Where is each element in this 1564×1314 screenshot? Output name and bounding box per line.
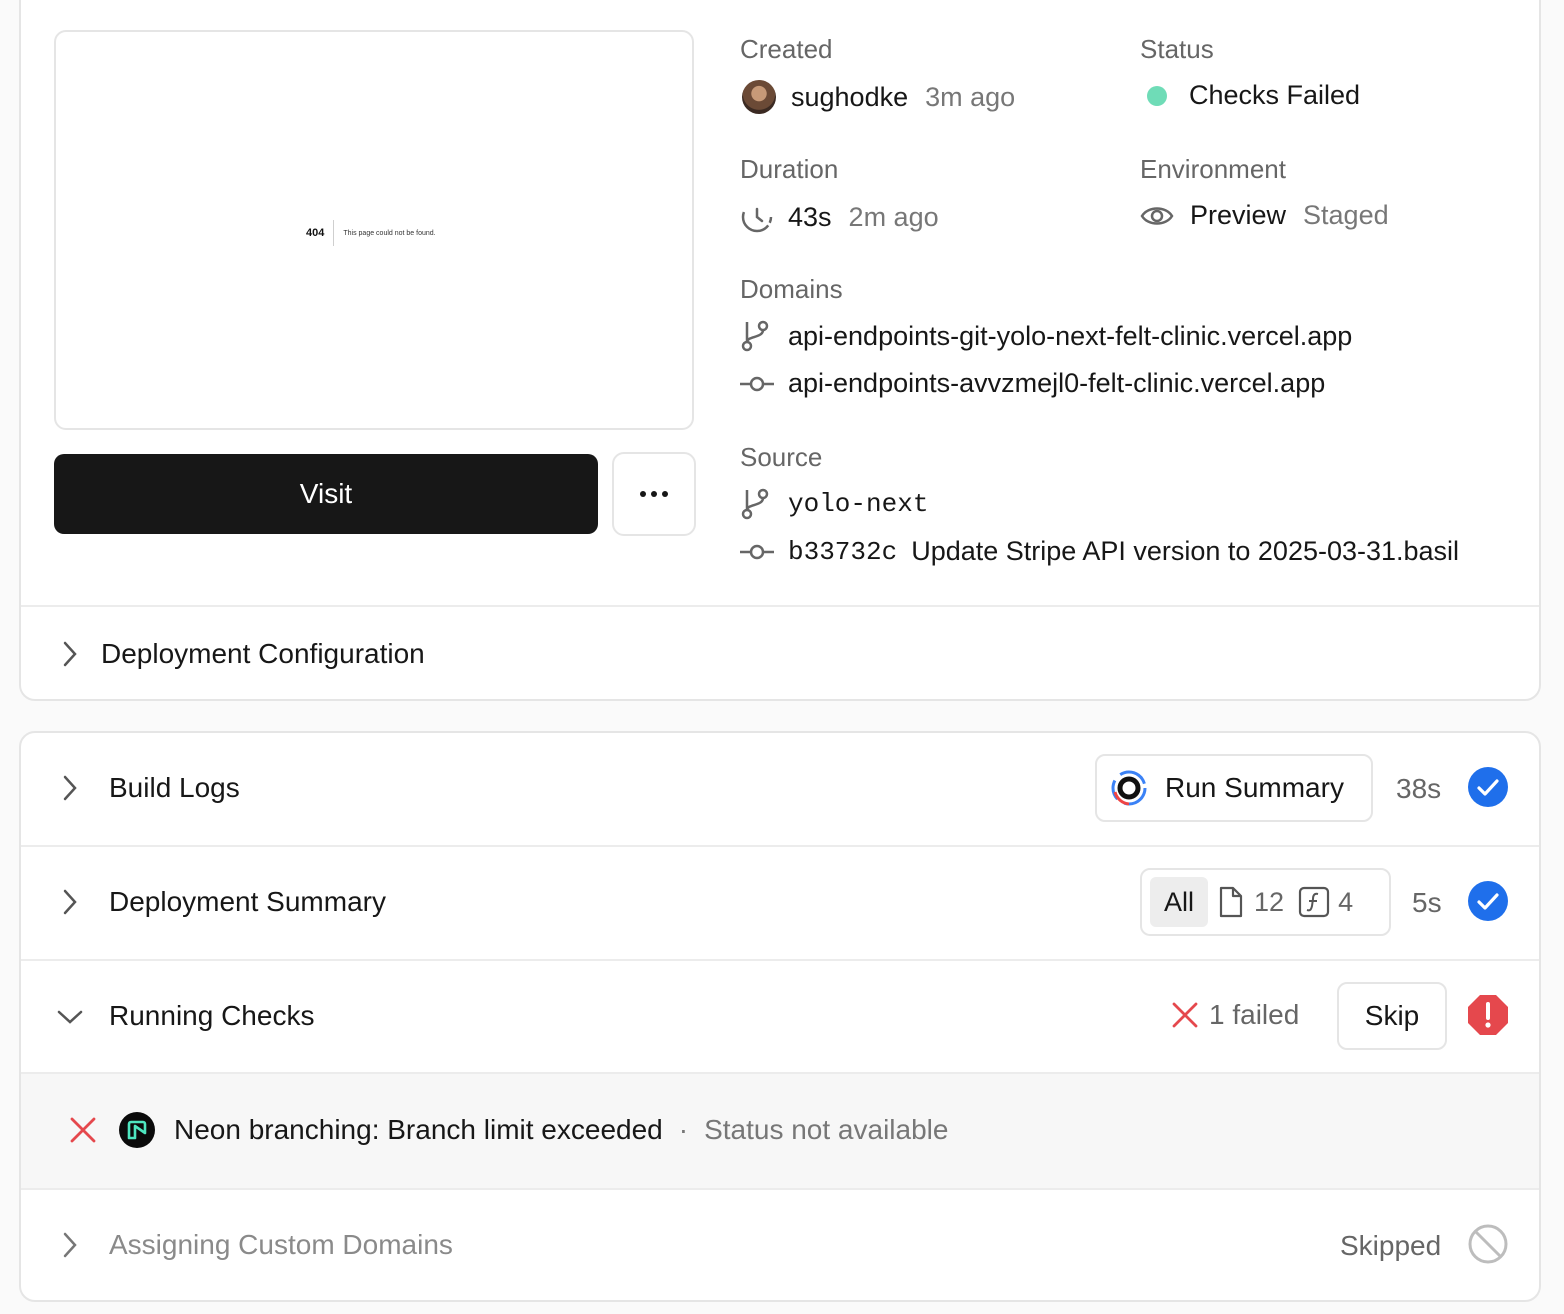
environment-value: Preview Staged xyxy=(1140,200,1389,231)
files-count: 12 xyxy=(1254,886,1285,917)
domain-commit-row: api-endpoints-avvzmejl0-felt-clinic.verc… xyxy=(740,368,1325,399)
duration-time: 2m ago xyxy=(848,201,939,232)
deployment-configuration-row[interactable]: Deployment Configuration xyxy=(21,607,1539,701)
custom-domains-title: Assigning Custom Domains xyxy=(109,1229,453,1260)
git-commit-icon xyxy=(740,544,774,559)
run-summary-button[interactable]: Run Summary xyxy=(1095,754,1373,822)
chevron-right-icon xyxy=(63,775,77,801)
ellipsis-dot xyxy=(662,491,668,497)
domains-label: Domains xyxy=(740,274,843,304)
duration-value: 43s 2m ago xyxy=(740,200,939,234)
preview-error-message: This page could not be found. xyxy=(343,229,436,237)
timer-icon xyxy=(741,201,773,233)
functions-count: 4 xyxy=(1338,886,1354,917)
x-icon xyxy=(70,1117,96,1143)
deployment-summary-title: Deployment Summary xyxy=(109,886,386,917)
preview-error-code: 404 xyxy=(306,227,325,239)
deployment-overview-card: 404 This page could not be found. Visit … xyxy=(19,0,1541,701)
filter-functions-button[interactable]: 4 xyxy=(1298,886,1353,918)
status-label: Status xyxy=(1140,34,1214,64)
checks-failed-count: 1 failed xyxy=(1171,999,1299,1031)
source-label: Source xyxy=(740,442,823,472)
failed-text: 1 failed xyxy=(1209,999,1300,1030)
status-dot-icon xyxy=(1147,85,1167,106)
neon-logo-icon xyxy=(119,1112,155,1148)
custom-domains-row[interactable]: Assigning Custom Domains Skipped xyxy=(21,1190,1539,1300)
check-item: Neon branching: Branch limit exceeded · … xyxy=(69,1112,948,1148)
status-value: Checks Failed xyxy=(1141,80,1360,111)
check-status: Status not available xyxy=(704,1114,949,1145)
preview-404: 404 This page could not be found. xyxy=(306,220,436,246)
created-label: Created xyxy=(740,34,833,64)
deployment-preview[interactable]: 404 This page could not be found. xyxy=(54,30,694,430)
commit-message[interactable]: Update Stripe API version to 2025-03-31.… xyxy=(911,536,1459,567)
duration-label: Duration xyxy=(740,154,839,184)
visit-button[interactable]: Visit xyxy=(54,454,598,534)
custom-domains-status: Skipped xyxy=(1340,1230,1442,1261)
avatar[interactable] xyxy=(742,80,776,114)
domain-link[interactable]: api-endpoints-avvzmejl0-felt-clinic.verc… xyxy=(788,368,1325,399)
skip-button[interactable]: Skip xyxy=(1337,982,1447,1050)
check-name: Neon branching: Branch limit exceeded xyxy=(174,1114,663,1145)
eye-icon xyxy=(1140,203,1174,228)
git-branch-icon xyxy=(741,320,769,352)
check-separator: · xyxy=(678,1114,689,1145)
error-octagon-icon xyxy=(1468,995,1508,1035)
created-user[interactable]: sughodke xyxy=(791,82,908,113)
run-summary-label: Run Summary xyxy=(1165,772,1344,803)
source-commit-row: b33732c Update Stripe API version to 202… xyxy=(740,536,1459,567)
filter-files-button[interactable]: 12 xyxy=(1218,886,1284,918)
filter-all-button[interactable]: All xyxy=(1150,877,1209,927)
check-circle-icon xyxy=(1468,881,1508,921)
summary-filter-group: All 12 4 xyxy=(1140,868,1391,936)
source-branch[interactable]: yolo-next xyxy=(788,489,928,519)
ellipsis-dot xyxy=(651,491,657,497)
created-value: sughodke 3m ago xyxy=(742,80,1015,114)
check-item-row[interactable]: Neon branching: Branch limit exceeded · … xyxy=(21,1074,1539,1188)
environment-label: Environment xyxy=(1140,154,1286,184)
environment-state: Staged xyxy=(1303,200,1389,230)
environment-text: Preview xyxy=(1190,200,1287,230)
build-logs-title: Build Logs xyxy=(109,772,240,803)
duration-text: 43s xyxy=(788,201,832,232)
chevron-right-icon xyxy=(63,1232,77,1258)
deployment-configuration-title: Deployment Configuration xyxy=(101,638,425,669)
more-options-button[interactable] xyxy=(612,452,696,536)
deployment-summary-time: 5s xyxy=(1412,887,1442,918)
git-commit-icon xyxy=(740,376,774,391)
ellipsis-icon xyxy=(640,491,646,497)
source-branch-row: yolo-next xyxy=(740,488,928,520)
build-logs-row[interactable]: Build Logs Run Summary 38s xyxy=(21,733,1539,845)
check-circle-icon xyxy=(1468,767,1508,807)
build-steps-card: Build Logs Run Summary 38s Deployment Su… xyxy=(19,731,1541,1302)
domain-branch-row: api-endpoints-git-yolo-next-felt-clinic.… xyxy=(740,320,1352,352)
function-icon xyxy=(1298,886,1330,918)
chevron-right-icon xyxy=(63,889,77,915)
git-branch-icon xyxy=(741,488,769,520)
status-text: Checks Failed xyxy=(1189,80,1361,110)
running-checks-title: Running Checks xyxy=(109,1000,315,1031)
file-icon xyxy=(1219,886,1243,918)
domain-link[interactable]: api-endpoints-git-yolo-next-felt-clinic.… xyxy=(788,321,1352,352)
build-logs-time: 38s xyxy=(1396,773,1442,804)
running-checks-row[interactable]: Running Checks xyxy=(21,961,1121,1073)
created-time: 3m ago xyxy=(925,81,1016,112)
preview-separator xyxy=(333,220,335,246)
chevron-right-icon xyxy=(63,641,77,667)
x-icon xyxy=(1172,1002,1198,1028)
skipped-icon xyxy=(1468,1224,1508,1264)
chevron-down-icon xyxy=(57,1010,83,1024)
commit-hash[interactable]: b33732c xyxy=(788,537,897,567)
turborepo-icon xyxy=(1111,770,1147,806)
